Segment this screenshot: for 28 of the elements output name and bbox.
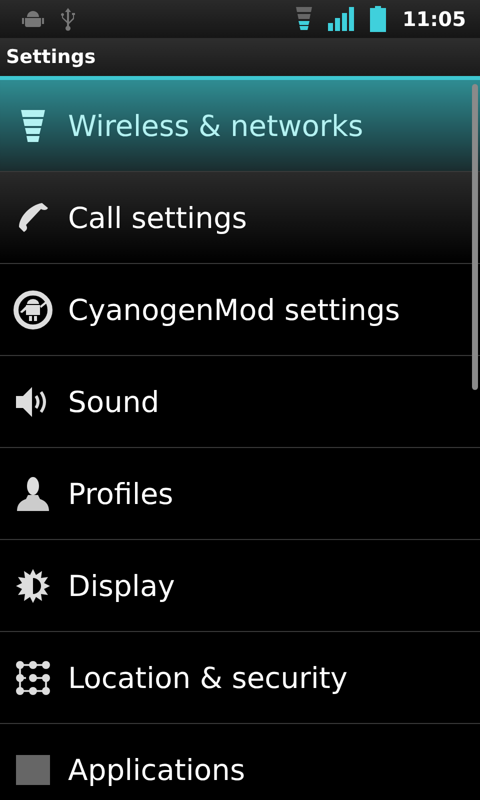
item-label: CyanogenMod settings <box>68 292 400 326</box>
clock-time: 11:05 <box>402 7 466 31</box>
robot-badge-icon <box>13 290 53 330</box>
settings-item[interactable]: Applications <box>0 724 480 800</box>
screen-title: Settings <box>6 46 96 68</box>
settings-item[interactable]: Location & security <box>0 632 480 724</box>
funnel-icon <box>21 110 45 142</box>
item-label: Call settings <box>68 200 247 234</box>
item-label: Profiles <box>68 476 174 510</box>
phone-icon <box>16 200 50 234</box>
window-icon <box>16 754 50 784</box>
item-label: Applications <box>68 752 246 786</box>
item-label: Sound <box>68 384 160 418</box>
item-label: Wireless & networks <box>68 108 364 142</box>
signal-icon <box>328 7 354 31</box>
data-activity-icon <box>296 7 312 31</box>
usb-icon <box>60 7 76 31</box>
person-icon <box>17 476 49 512</box>
settings-item[interactable]: Profiles <box>0 448 480 540</box>
item-label: Location & security <box>68 660 348 694</box>
robot-icon <box>22 9 44 29</box>
settings-item[interactable]: Call settings <box>0 172 480 264</box>
item-label: Display <box>68 568 175 602</box>
sun-icon <box>16 568 50 602</box>
battery-icon <box>370 6 386 32</box>
dot-grid-icon <box>16 660 50 694</box>
settings-item[interactable]: Wireless & networks <box>0 80 480 172</box>
settings-item[interactable]: Display <box>0 540 480 632</box>
